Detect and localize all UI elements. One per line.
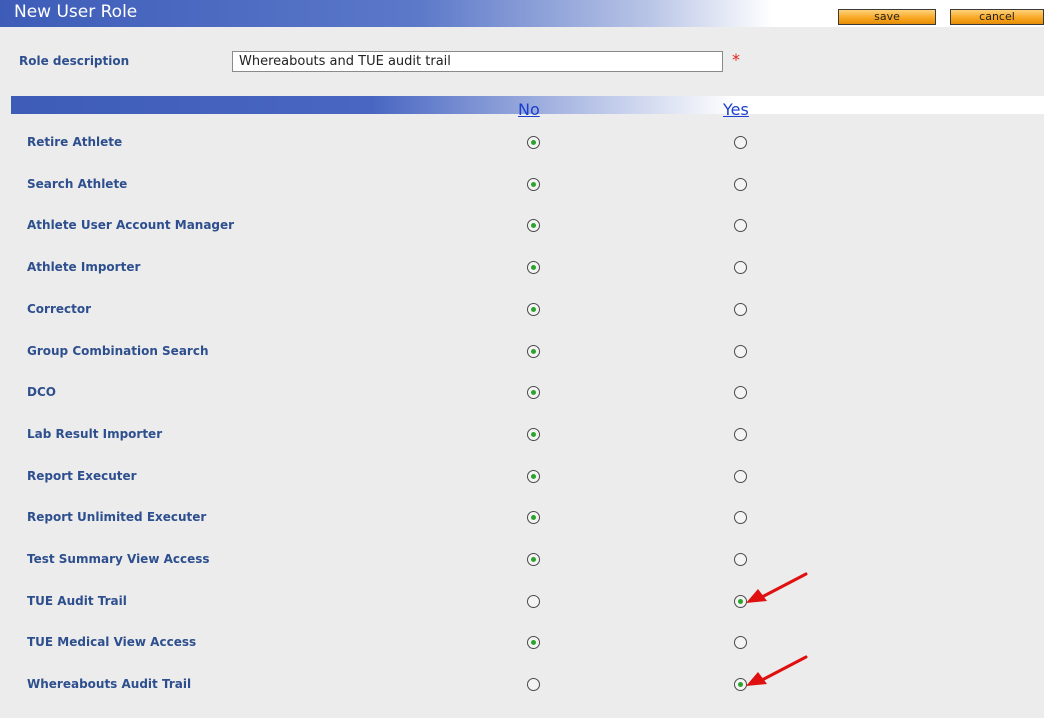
permission-row: Athlete Importer — [0, 260, 1044, 301]
permission-yes-radio[interactable] — [734, 219, 747, 232]
permission-row: Search Athlete — [0, 177, 1044, 218]
permission-label: Whereabouts Audit Trail — [27, 677, 192, 691]
permission-row: DCO — [0, 385, 1044, 426]
column-header-yes[interactable]: Yes — [723, 100, 749, 119]
permission-row: Group Combination Search — [0, 344, 1044, 385]
permission-label: Lab Result Importer — [27, 427, 163, 441]
permission-row: TUE Medical View Access — [0, 635, 1044, 676]
permission-label: Retire Athlete — [27, 135, 123, 149]
permission-label: Athlete Importer — [27, 260, 141, 274]
permission-row: Report Executer — [0, 469, 1044, 510]
red-arrow-icon — [746, 655, 808, 686]
permission-yes-radio[interactable] — [734, 303, 747, 316]
permission-no-radio[interactable] — [527, 178, 540, 191]
permission-no-radio[interactable] — [527, 678, 540, 691]
permission-no-radio[interactable] — [527, 470, 540, 483]
permission-label: Report Executer — [27, 469, 137, 483]
permission-yes-radio[interactable] — [734, 553, 747, 566]
permission-label: Test Summary View Access — [27, 552, 210, 566]
permission-yes-radio[interactable] — [734, 261, 747, 274]
permission-row: TUE Audit Trail — [0, 572, 1044, 635]
permission-row: Test Summary View Access — [0, 552, 1044, 593]
role-description-input[interactable] — [232, 51, 723, 72]
save-button[interactable]: save — [838, 9, 936, 25]
role-description-label: Role description — [19, 54, 130, 68]
permission-no-radio[interactable] — [527, 428, 540, 441]
permission-label: Report Unlimited Executer — [27, 510, 207, 524]
permission-label: DCO — [27, 385, 56, 399]
permission-label: Athlete User Account Manager — [27, 218, 235, 232]
permission-no-radio[interactable] — [527, 553, 540, 566]
permission-row: Athlete User Account Manager — [0, 218, 1044, 259]
page-title: New User Role — [14, 2, 138, 22]
permission-no-radio[interactable] — [527, 136, 540, 149]
required-asterisk: * — [732, 50, 740, 69]
permission-yes-radio[interactable] — [734, 178, 747, 191]
permission-no-radio[interactable] — [527, 511, 540, 524]
permission-yes-radio[interactable] — [734, 136, 747, 149]
permission-yes-radio[interactable] — [734, 636, 747, 649]
permission-label: Group Combination Search — [27, 344, 209, 358]
permission-label: TUE Audit Trail — [27, 594, 127, 608]
permission-no-radio[interactable] — [527, 219, 540, 232]
permission-no-radio[interactable] — [527, 345, 540, 358]
permission-no-radio[interactable] — [527, 261, 540, 274]
column-header-no[interactable]: No — [518, 100, 540, 119]
permission-row: Lab Result Importer — [0, 427, 1044, 468]
permission-yes-radio[interactable] — [734, 345, 747, 358]
permission-row: Retire Athlete — [0, 135, 1044, 176]
permission-row: Report Unlimited Executer — [0, 510, 1044, 551]
permission-no-radio[interactable] — [527, 303, 540, 316]
permission-label: Search Athlete — [27, 177, 128, 191]
permission-label: Corrector — [27, 302, 92, 316]
permission-yes-radio[interactable] — [734, 470, 747, 483]
permission-row: Corrector — [0, 302, 1044, 343]
permission-yes-radio[interactable] — [734, 511, 747, 524]
permission-yes-radio[interactable] — [734, 428, 747, 441]
permission-no-radio[interactable] — [527, 595, 540, 608]
permission-yes-radio[interactable] — [734, 386, 747, 399]
cancel-button[interactable]: cancel — [950, 9, 1044, 25]
permission-no-radio[interactable] — [527, 636, 540, 649]
permission-label: TUE Medical View Access — [27, 635, 197, 649]
permission-no-radio[interactable] — [527, 386, 540, 399]
red-arrow-icon — [746, 572, 808, 603]
